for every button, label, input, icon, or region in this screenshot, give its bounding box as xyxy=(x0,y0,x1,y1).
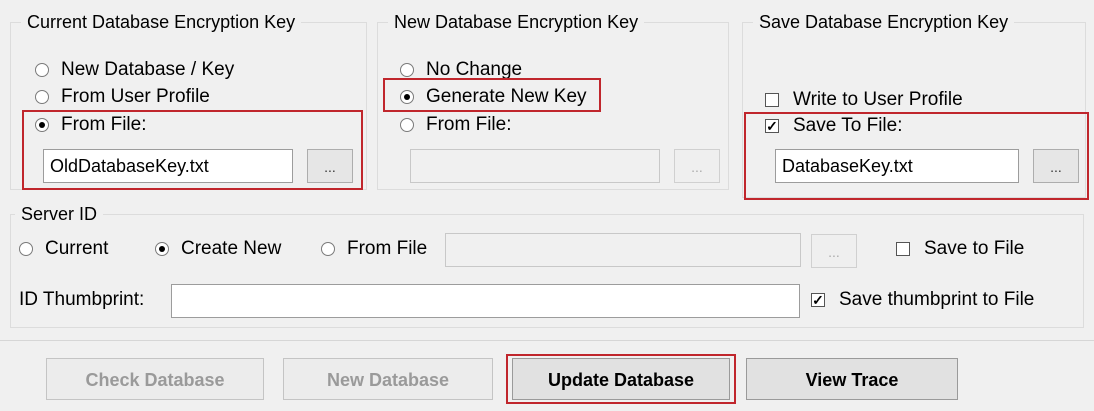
radio-icon[interactable] xyxy=(400,63,414,77)
thumbprint-label: ID Thumbprint: xyxy=(19,289,145,310)
server-id-option-create[interactable]: Create New xyxy=(155,238,281,260)
server-id-save-to-file-checkbox[interactable]: Save to File xyxy=(896,238,1024,260)
checkbox-icon[interactable] xyxy=(765,93,779,107)
new-database-button[interactable]: New Database xyxy=(283,358,493,400)
write-profile-checkbox[interactable]: Write to User Profile xyxy=(765,89,963,111)
checkbox-icon[interactable] xyxy=(896,242,910,256)
checkbox-checked-icon[interactable]: ✓ xyxy=(811,293,825,307)
radio-icon[interactable] xyxy=(35,90,49,104)
new-key-option-file[interactable]: From File: xyxy=(400,114,512,136)
update-database-button[interactable]: Update Database xyxy=(512,358,730,400)
view-trace-button[interactable]: View Trace xyxy=(746,358,958,400)
radio-icon[interactable] xyxy=(321,242,335,256)
current-key-option-profile[interactable]: From User Profile xyxy=(35,86,210,108)
generate-key-highlight xyxy=(383,78,601,112)
server-id-option-file[interactable]: From File xyxy=(321,238,427,260)
radio-icon[interactable] xyxy=(19,242,33,256)
server-id-group: Server ID Current Create New From File .… xyxy=(10,203,1084,328)
save-thumbprint-checkbox[interactable]: ✓ Save thumbprint to File xyxy=(811,289,1034,311)
new-key-title: New Database Encryption Key xyxy=(388,11,645,33)
new-key-browse-button[interactable]: ... xyxy=(674,149,720,183)
current-key-title: Current Database Encryption Key xyxy=(21,11,302,33)
new-key-file-input[interactable] xyxy=(410,149,660,183)
radio-icon[interactable] xyxy=(35,63,49,77)
save-key-title: Save Database Encryption Key xyxy=(753,11,1015,33)
current-key-option-new[interactable]: New Database / Key xyxy=(35,59,234,81)
server-id-file-input[interactable] xyxy=(445,233,801,267)
check-database-button[interactable]: Check Database xyxy=(46,358,264,400)
radio-icon[interactable] xyxy=(400,118,414,132)
radio-checked-icon[interactable] xyxy=(155,242,169,256)
save-file-highlight xyxy=(744,112,1089,200)
thumbprint-input[interactable] xyxy=(171,284,800,318)
separator xyxy=(0,340,1094,341)
server-id-option-current[interactable]: Current xyxy=(19,238,108,260)
server-id-title: Server ID xyxy=(15,203,104,225)
server-id-browse-button[interactable]: ... xyxy=(811,234,857,268)
current-key-file-highlight xyxy=(22,110,363,190)
